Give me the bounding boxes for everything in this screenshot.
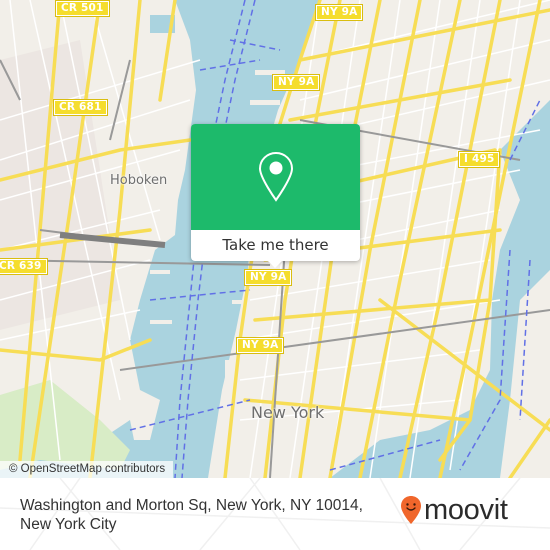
map-view[interactable]: CR 501 CR 681 CR 639 NY 9A NY 9A NY 9A N… xyxy=(0,0,550,478)
route-shield-i495: I 495 xyxy=(457,151,501,168)
moovit-wordmark: moovit xyxy=(424,494,508,526)
address: Washington and Morton Sq, New York, NY 1… xyxy=(20,496,390,534)
map-attribution[interactable]: © OpenStreetMap contributors xyxy=(0,461,174,478)
address-line-2: New York City xyxy=(20,516,117,533)
place-label-hoboken: Hoboken xyxy=(110,173,168,188)
moovit-pin-smile-icon xyxy=(401,496,421,524)
route-shield-ny9a: NY 9A xyxy=(235,337,285,354)
route-shield-cr681: CR 681 xyxy=(53,99,108,116)
route-shield-ny9a: NY 9A xyxy=(314,4,364,21)
address-line-1: Washington and Morton Sq, New York, NY 1… xyxy=(20,497,363,514)
popup-pointer xyxy=(268,261,282,268)
route-shield-ny9a: NY 9A xyxy=(243,269,293,286)
route-shield-cr639: CR 639 xyxy=(0,258,48,275)
route-shield-cr501: CR 501 xyxy=(55,0,110,17)
location-popup: Take me there xyxy=(191,124,360,268)
footer: Washington and Morton Sq, New York, NY 1… xyxy=(0,478,550,550)
take-me-there-button[interactable]: Take me there xyxy=(191,230,360,261)
place-label-new-york: New York xyxy=(251,403,325,422)
map-pin-icon xyxy=(258,151,294,202)
moovit-logo[interactable]: moovit xyxy=(400,494,508,526)
route-shield-ny9a: NY 9A xyxy=(271,74,321,91)
popup-header xyxy=(191,124,360,230)
